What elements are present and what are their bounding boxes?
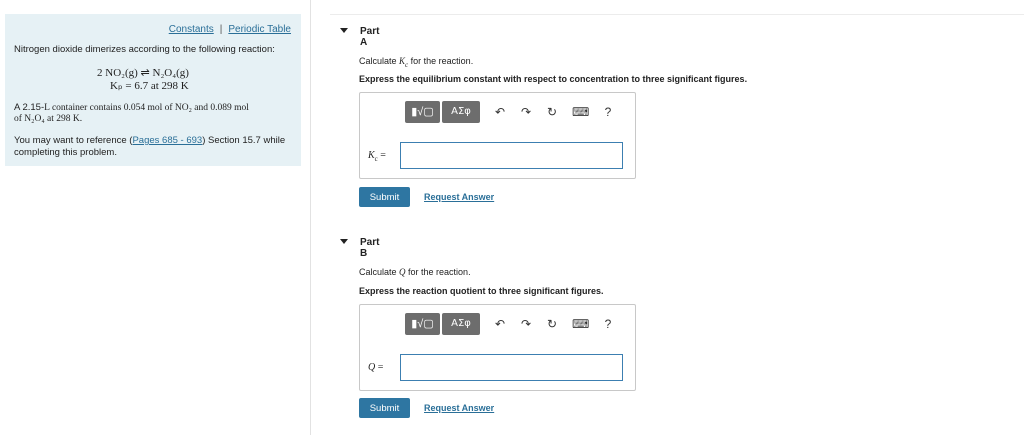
column-divider — [310, 0, 311, 435]
part-b-submit-button[interactable]: Submit — [359, 398, 410, 418]
q-answer-input[interactable] — [400, 354, 623, 381]
kp-value: Kₚ = 6.7 at 298 K — [110, 80, 189, 92]
reference-prefix: You may want to reference ( — [14, 135, 133, 146]
collapse-caret-icon[interactable] — [340, 238, 348, 244]
part-b-title: Part B — [360, 237, 380, 259]
templates-button[interactable]: ▮√▢ — [405, 101, 440, 123]
part-b-answer-box: ▮√▢ ΑΣφ ↶ ↷ ↻ ⌨ ? Q = — [359, 304, 636, 391]
container-text-prefix: A 2.15- — [14, 102, 45, 113]
part-a-title: Part A — [360, 26, 380, 48]
instruction-suffix: for the reaction. — [405, 267, 471, 277]
part-b-header[interactable]: Part B — [330, 237, 379, 259]
constants-link[interactable]: Constants — [169, 24, 214, 35]
part-a-request-answer-link[interactable]: Request Answer — [424, 192, 494, 202]
help-icon[interactable]: ? — [600, 313, 616, 335]
part-b-instruction: Calculate Q for the reaction. — [359, 267, 471, 277]
problem-intro: Nitrogen dioxide dimerizes according to … — [14, 44, 275, 55]
keyboard-icon[interactable]: ⌨ — [572, 313, 589, 335]
templates-button[interactable]: ▮√▢ — [405, 313, 440, 335]
kc-label-equals: = — [377, 150, 386, 161]
kc-label: Kc = — [368, 150, 386, 163]
reference-suffix: ) Section 15.7 while — [202, 135, 286, 146]
kc-answer-input[interactable] — [400, 142, 623, 169]
kc-symbol: Kc — [399, 56, 408, 69]
q-label-equals: = — [375, 362, 384, 373]
resource-links: Constants | Periodic Table — [169, 24, 291, 35]
part-a-submit-button[interactable]: Submit — [359, 187, 410, 207]
part-b-request-answer-link[interactable]: Request Answer — [424, 403, 494, 413]
reset-icon[interactable]: ↻ — [544, 101, 560, 123]
container-text-rest: container contains 0.054 mol of NO₂ and … — [49, 103, 249, 113]
help-icon[interactable]: ? — [600, 101, 616, 123]
reference-text-line2: completing this problem. — [14, 147, 117, 158]
undo-icon[interactable]: ↶ — [492, 313, 508, 335]
instruction-suffix: for the reaction. — [408, 56, 474, 66]
top-divider — [330, 14, 1024, 15]
collapse-caret-icon[interactable] — [340, 27, 348, 33]
undo-icon[interactable]: ↶ — [492, 101, 508, 123]
part-a-answer-box: ▮√▢ ΑΣφ ↶ ↷ ↻ ⌨ ? Kc = — [359, 92, 636, 179]
instruction-prefix: Calculate — [359, 267, 400, 277]
keyboard-icon[interactable]: ⌨ — [572, 101, 589, 123]
container-text-line2: of N₂O₄ at 298 K. — [14, 114, 83, 124]
kc-label-letter: K — [368, 150, 375, 161]
container-text-line1: A 2.15-L container contains 0.054 mol of… — [14, 102, 249, 113]
greek-symbols-button[interactable]: ΑΣφ — [442, 313, 480, 335]
link-separator: | — [219, 24, 223, 35]
redo-icon[interactable]: ↷ — [518, 313, 534, 335]
part-a-header[interactable]: Part A — [330, 26, 379, 48]
part-a-express: Express the equilibrium constant with re… — [359, 74, 748, 84]
q-label: Q = — [368, 362, 383, 373]
pages-reference-link[interactable]: Pages 685 - 693 — [132, 135, 202, 146]
part-b-express: Express the reaction quotient to three s… — [359, 286, 604, 296]
redo-icon[interactable]: ↷ — [518, 101, 534, 123]
reaction-equation: 2 NO₂(g) ⇌ N₂O₄(g) — [97, 67, 189, 79]
greek-symbols-button[interactable]: ΑΣφ — [442, 101, 480, 123]
instruction-prefix: Calculate — [359, 56, 400, 66]
problem-info-panel: Constants | Periodic Table Nitrogen dioxid… — [5, 14, 301, 166]
reference-text-line1: You may want to reference (Pages 685 - 6… — [14, 135, 285, 146]
part-a-instruction: Calculate Kc for the reaction. — [359, 56, 473, 69]
reset-icon[interactable]: ↻ — [544, 313, 560, 335]
periodic-table-link[interactable]: Periodic Table — [228, 24, 291, 35]
